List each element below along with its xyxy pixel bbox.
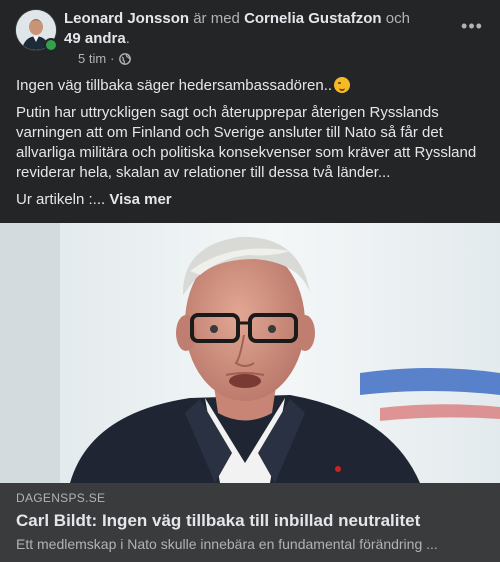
meta-separator: · [110,51,115,66]
more-options-icon[interactable]: ••• [461,16,482,36]
post-header: Leonard Jonsson är med Cornelia Gustafzo… [64,9,424,49]
link-preview[interactable]: DAGENSPS.SE Carl Bildt: Ingen väg tillba… [0,483,500,562]
author-name[interactable]: Leonard Jonsson [64,10,189,27]
and-text: och [385,10,410,27]
link-source: DAGENSPS.SE [16,491,106,505]
post-paragraph: Putin har uttryckligen sagt och återuppr… [16,104,477,181]
post-headline: Ingen väg tillbaka säger hedersambassadö… [16,77,333,94]
smirking-face-icon [334,77,351,93]
source-prefix: Ur artikeln :... [16,191,106,208]
post-source-line: Ur artikeln :... Visa mer [16,190,486,210]
see-more-link[interactable]: Visa mer [109,191,171,208]
online-status-dot [44,38,58,52]
post-text-line1: Ingen väg tillbaka säger hedersambassadö… [16,76,486,96]
post-time[interactable]: 5 tim [78,51,106,66]
tagged-others[interactable]: 49 andra [64,30,126,47]
link-description: Ett medlemskap i Nato skulle innebära en… [16,536,438,552]
tagged-person[interactable]: Cornelia Gustafzon [244,10,382,27]
header-period: . [125,30,130,47]
post-meta: 5 tim · [78,51,131,66]
portrait-photo [0,223,500,483]
feed-post: Leonard Jonsson är med Cornelia Gustafzo… [0,0,500,562]
globe-icon [118,52,131,65]
link-preview-image[interactable] [0,223,500,483]
with-text: är med [193,10,240,27]
link-title[interactable]: Carl Bildt: Ingen väg tillbaka till inbi… [16,511,486,531]
